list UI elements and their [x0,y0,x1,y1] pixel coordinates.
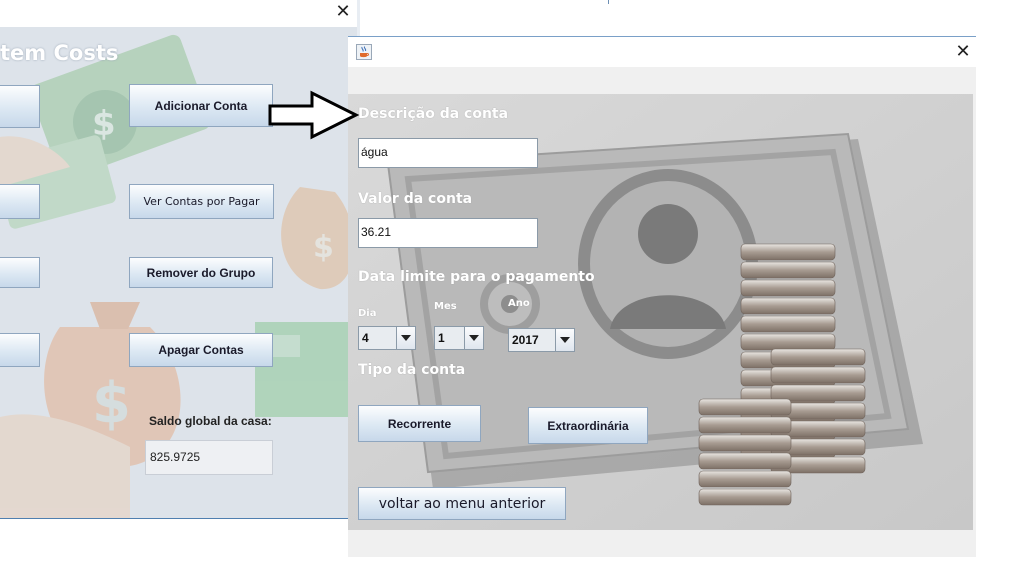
svg-text:$: $ [313,230,334,265]
chevron-down-icon[interactable] [555,329,574,351]
coin [698,398,792,416]
background-window-mark [608,0,609,4]
coin [698,452,792,470]
front-window-content: Descrição da conta água Valor da conta 3… [348,94,973,530]
left-button-1[interactable] [0,85,40,128]
mes-label: Mes [434,301,457,312]
java-cup-icon [356,44,372,60]
ver-contas-button[interactable]: Ver Contas por Pagar [129,184,274,219]
arrow-right-icon [268,90,360,140]
coin [698,416,792,434]
window-edge [357,0,360,36]
coin [740,297,836,315]
coin [698,488,792,506]
data-limite-label: Data limite para o pagamento [358,269,595,285]
back-window: ✕ $ $ $ tem Costs Adicionar Conta Ver Co… [0,0,358,519]
coin [698,434,792,452]
recorrente-button[interactable]: Recorrente [358,405,481,442]
mes-combo[interactable]: 1 [434,326,484,350]
mes-combo-value: 1 [438,331,445,345]
dia-label: Dia [358,308,377,319]
front-window-titlebar: ✕ [348,37,976,67]
voltar-button[interactable]: voltar ao menu anterior [358,487,566,520]
chevron-down-icon[interactable] [464,327,483,349]
coin [698,470,792,488]
front-window-close-button[interactable]: ✕ [952,41,974,63]
left-button-3[interactable] [0,257,40,288]
left-button-2[interactable] [0,184,40,219]
apagar-contas-button[interactable]: Apagar Contas [129,333,273,367]
dia-combo-value: 4 [362,331,369,345]
coin [740,333,836,351]
coin [770,366,866,384]
extraordinaria-button[interactable]: Extraordinária [528,407,648,444]
left-button-4[interactable] [0,333,40,367]
svg-text:$: $ [92,371,131,436]
chevron-down-icon[interactable] [396,327,415,349]
coin [740,261,836,279]
coin [740,279,836,297]
valor-input[interactable]: 36.21 [358,218,538,248]
descricao-input[interactable]: água [358,138,538,168]
ano-combo[interactable]: 2017 [508,328,575,352]
coin [770,348,866,366]
tipo-label: Tipo da conta [358,362,466,378]
app-title: tem Costs [0,41,119,65]
saldo-label: Saldo global da casa: [149,414,272,428]
coin [740,243,836,261]
adicionar-conta-button[interactable]: Adicionar Conta [129,84,273,127]
front-window: ✕ Descrição da conta água Valor da conta… [348,36,976,557]
saldo-field[interactable]: 825.9725 [145,440,273,475]
valor-label: Valor da conta [358,191,473,207]
descricao-label: Descrição da conta [358,106,509,122]
coin [770,384,866,402]
ano-label: Ano [508,298,530,309]
back-window-close-button[interactable]: ✕ [334,2,352,22]
remover-grupo-button[interactable]: Remover do Grupo [129,257,273,288]
ano-combo-value: 2017 [512,333,539,347]
dia-combo[interactable]: 4 [358,326,416,350]
coin [740,315,836,333]
